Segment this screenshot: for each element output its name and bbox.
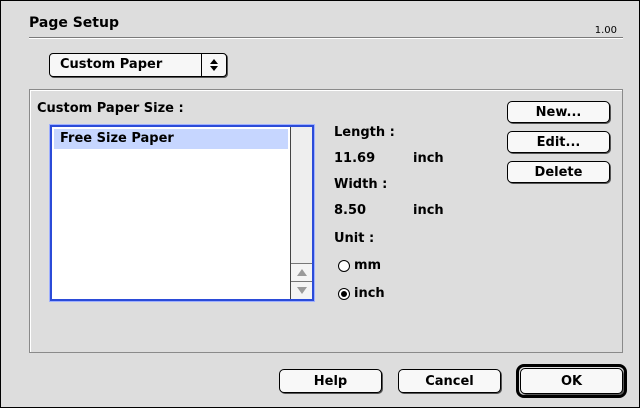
new-button[interactable]: New... — [507, 101, 610, 123]
unit-mm-label: mm — [354, 258, 382, 273]
ok-button[interactable]: OK — [520, 368, 623, 394]
up-down-arrows-icon — [201, 54, 226, 76]
help-button[interactable]: Help — [279, 369, 382, 393]
scroll-up-arrow-icon[interactable] — [291, 263, 312, 281]
edit-button[interactable]: Edit... — [507, 131, 610, 153]
unit-inch-radio[interactable]: inch — [338, 286, 385, 301]
unit-mm-radio[interactable]: mm — [338, 258, 381, 273]
length-label: Length : — [334, 125, 395, 140]
radio-checked-icon — [338, 287, 350, 300]
dialog-title: Page Setup — [29, 15, 119, 31]
width-unit: inch — [413, 203, 444, 218]
list-item[interactable]: Free Size Paper — [54, 129, 288, 149]
paper-size-list[interactable]: Free Size Paper — [50, 125, 314, 301]
page-setup-dialog: Page Setup 1.00 Custom Paper Custom Pape… — [0, 0, 640, 408]
paper-type-popup[interactable]: Custom Paper — [49, 53, 227, 77]
width-value: 8.50 — [334, 203, 367, 218]
title-divider — [29, 37, 623, 39]
version-label: 1.00 — [594, 25, 617, 36]
list-scrollbar[interactable] — [290, 127, 312, 299]
paper-type-selected: Custom Paper — [60, 57, 163, 72]
delete-button[interactable]: Delete — [507, 161, 610, 183]
width-label: Width : — [334, 177, 388, 192]
cancel-button[interactable]: Cancel — [398, 369, 501, 393]
unit-inch-label: inch — [354, 286, 385, 301]
length-value: 11.69 — [334, 151, 376, 166]
custom-paper-size-label: Custom Paper Size : — [37, 101, 184, 116]
radio-unchecked-icon — [338, 259, 350, 272]
unit-label: Unit : — [334, 231, 375, 246]
scroll-down-arrow-icon[interactable] — [291, 281, 312, 299]
length-unit: inch — [413, 151, 444, 166]
